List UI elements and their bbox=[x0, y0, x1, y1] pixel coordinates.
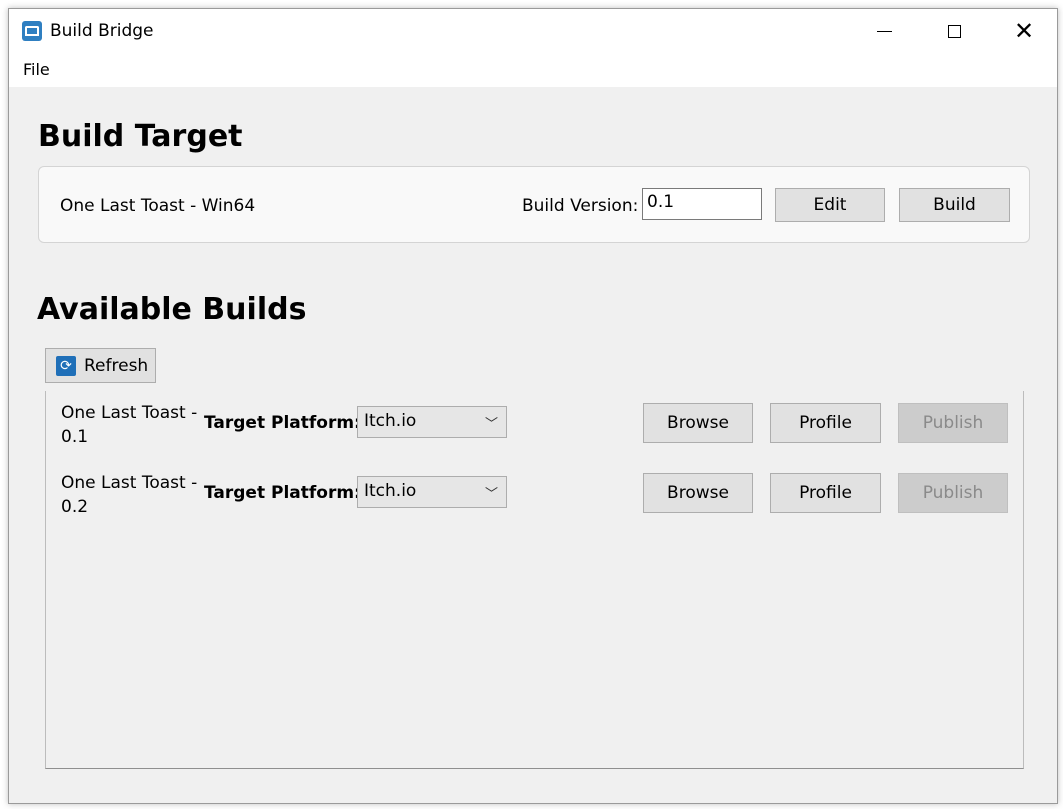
refresh-button[interactable]: ⟳ Refresh bbox=[45, 348, 156, 383]
build-row: One Last Toast - 0.1 Target Platform: It… bbox=[46, 391, 1023, 461]
minimize-button[interactable] bbox=[849, 9, 919, 53]
target-platform-label: Target Platform: bbox=[204, 413, 361, 433]
app-icon bbox=[22, 21, 42, 41]
app-window: Build Bridge ✕ File Build Target One Las… bbox=[8, 8, 1058, 804]
target-platform-select[interactable]: Itch.io ﹀ bbox=[357, 476, 507, 508]
build-row: One Last Toast - 0.2 Target Platform: It… bbox=[46, 461, 1023, 531]
chevron-down-icon: ﹀ bbox=[484, 417, 498, 432]
target-platform-value: Itch.io bbox=[364, 481, 417, 501]
build-name: One Last Toast - 0.2 bbox=[61, 473, 198, 517]
build-button[interactable]: Build bbox=[899, 188, 1010, 222]
target-name: One Last Toast - Win64 bbox=[60, 196, 256, 216]
profile-button[interactable]: Profile bbox=[770, 403, 881, 443]
refresh-icon: ⟳ bbox=[56, 355, 76, 376]
minimize-icon bbox=[876, 30, 892, 32]
browse-button[interactable]: Browse bbox=[643, 473, 753, 513]
builds-list[interactable]: One Last Toast - 0.1 Target Platform: It… bbox=[45, 391, 1024, 769]
maximize-button[interactable] bbox=[919, 9, 989, 53]
publish-button: Publish bbox=[898, 473, 1008, 513]
build-version-label: Build Version: bbox=[522, 196, 639, 216]
target-platform-select[interactable]: Itch.io ﹀ bbox=[357, 406, 507, 438]
build-name: One Last Toast - 0.1 bbox=[61, 403, 198, 447]
close-button[interactable]: ✕ bbox=[989, 9, 1059, 53]
menu-file[interactable]: File bbox=[22, 60, 51, 79]
target-platform-label: Target Platform: bbox=[204, 483, 361, 503]
browse-button[interactable]: Browse bbox=[643, 403, 753, 443]
available-builds-heading: Available Builds bbox=[37, 292, 307, 327]
build-target-heading: Build Target bbox=[38, 119, 243, 154]
menu-bar: File bbox=[9, 53, 1057, 87]
profile-button[interactable]: Profile bbox=[770, 473, 881, 513]
title-bar[interactable]: Build Bridge ✕ bbox=[9, 9, 1057, 53]
maximize-icon bbox=[947, 24, 961, 38]
close-icon: ✕ bbox=[1013, 17, 1035, 45]
edit-button[interactable]: Edit bbox=[775, 188, 885, 222]
build-target-panel: One Last Toast - Win64 Build Version: 0.… bbox=[38, 166, 1030, 243]
target-platform-value: Itch.io bbox=[364, 411, 417, 431]
build-version-input[interactable]: 0.1 bbox=[642, 188, 762, 220]
window-title: Build Bridge bbox=[50, 21, 154, 41]
refresh-label: Refresh bbox=[84, 355, 149, 376]
publish-button: Publish bbox=[898, 403, 1008, 443]
chevron-down-icon: ﹀ bbox=[484, 487, 498, 502]
